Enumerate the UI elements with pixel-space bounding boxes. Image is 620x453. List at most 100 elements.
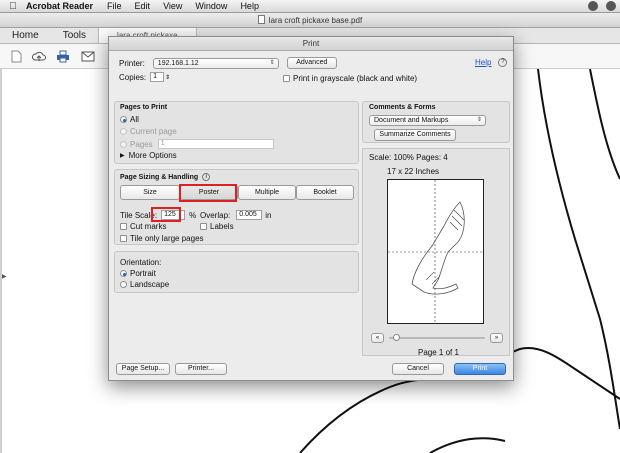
copies-stepper-icon[interactable]: ⇕	[165, 74, 170, 81]
tile-only-large-label: Tile only large pages	[130, 234, 204, 243]
more-options-toggle[interactable]: ▶ More Options	[120, 151, 177, 160]
mail-icon[interactable]	[81, 50, 95, 63]
menu-bar:  Acrobat Reader File Edit View Window H…	[0, 0, 620, 13]
select-arrows-icon: ⇕	[269, 59, 275, 66]
all-option[interactable]: All	[120, 115, 139, 124]
print-dialog: Print Printer: 192.168.1.12 ⇕ Advanced H…	[108, 36, 514, 381]
preview-drawing	[388, 180, 483, 323]
grayscale-checkbox[interactable]	[283, 75, 290, 82]
printer-row: Printer: 192.168.1.12 ⇕ Advanced	[119, 57, 337, 69]
select-arrows-icon: ⇕	[476, 117, 482, 123]
pages-option[interactable]: Pages 1	[120, 139, 274, 149]
pages-range-input[interactable]: 1	[157, 139, 274, 149]
page-sizing-title: Page Sizing & Handling	[120, 173, 199, 181]
next-page-button[interactable]: »	[490, 333, 503, 343]
tile-only-large-row: Tile only large pages	[120, 234, 204, 243]
printer-select[interactable]: 192.168.1.12 ⇕	[152, 57, 279, 69]
page-slider-knob[interactable]	[393, 334, 400, 341]
disclosure-triangle-icon[interactable]: ▶	[120, 152, 125, 159]
overlap-input[interactable]: 0.005	[236, 210, 263, 220]
print-button[interactable]: Print	[454, 363, 506, 375]
menu-view[interactable]: View	[163, 1, 182, 11]
status-icon[interactable]	[588, 1, 598, 11]
copies-label: Copies:	[119, 72, 147, 82]
apple-menu-icon[interactable]: 	[0, 1, 26, 12]
menu-window[interactable]: Window	[195, 1, 227, 11]
orientation-title: Orientation:	[120, 258, 162, 267]
print-preview: Scale: 100% Pages: 4 17 x 22 Inches « » …	[362, 148, 510, 357]
menu-edit[interactable]: Edit	[135, 1, 151, 11]
grayscale-row: Print in grayscale (black and white)	[283, 74, 417, 83]
print-icon[interactable]	[56, 50, 70, 63]
printer-button[interactable]: Printer...	[175, 363, 227, 375]
help-area: Help ?	[475, 58, 508, 67]
copies-input[interactable]: 1	[150, 72, 165, 82]
cancel-button[interactable]: Cancel	[392, 363, 444, 375]
current-page-label: Current page	[130, 127, 177, 136]
cloud-upload-icon[interactable]	[32, 50, 46, 63]
cut-marks-row: Cut marks	[120, 222, 166, 231]
pages-radio[interactable]	[120, 140, 127, 148]
more-options-label: More Options	[128, 151, 177, 160]
grayscale-label: Print in grayscale (black and white)	[293, 74, 418, 83]
help-icon[interactable]: ?	[498, 58, 508, 67]
comments-forms-value: Document and Markups	[374, 117, 449, 124]
new-file-icon[interactable]	[9, 50, 23, 63]
window-title: lara croft pickaxe base.pdf	[268, 16, 363, 25]
preview-scale-text: Scale: 100% Pages: 4	[369, 153, 448, 162]
preview-paper-size: 17 x 22 Inches	[387, 167, 440, 176]
printer-value: 192.168.1.12	[157, 59, 199, 67]
tab-tools[interactable]: Tools	[51, 28, 98, 43]
menu-help[interactable]: Help	[240, 1, 259, 11]
page-sizing-header: Page Sizing & Handling i	[120, 173, 211, 181]
printer-label: Printer:	[119, 58, 145, 68]
window-title-bar: lara croft pickaxe base.pdf	[0, 13, 620, 28]
pages-to-print-title: Pages to Print	[120, 104, 168, 111]
current-page-radio[interactable]	[120, 128, 127, 135]
menu-file[interactable]: File	[107, 1, 122, 11]
summarize-comments-button[interactable]: Summarize Comments	[374, 129, 456, 141]
pdf-document-icon	[257, 15, 265, 24]
pages-label: Pages	[130, 139, 153, 149]
prev-page-button[interactable]: «	[371, 333, 384, 343]
landscape-radio[interactable]	[120, 281, 127, 288]
labels-label: Labels	[210, 222, 234, 231]
preview-page	[387, 179, 484, 324]
overlap-unit: in	[265, 210, 272, 220]
copies-row: Copies: 1 ⇕	[119, 72, 170, 82]
page-slider-track[interactable]	[389, 337, 485, 339]
labels-checkbox[interactable]	[200, 223, 207, 230]
mode-multiple-button[interactable]: Multiple	[238, 185, 296, 200]
comments-forms-title: Comments & Forms	[369, 104, 436, 111]
dialog-title: Print	[109, 37, 513, 51]
cut-marks-label: Cut marks	[130, 222, 167, 231]
tile-scale-highlight	[151, 207, 181, 222]
portrait-option[interactable]: Portrait	[120, 269, 156, 278]
app-menu[interactable]: Acrobat Reader	[26, 1, 93, 11]
cut-marks-checkbox[interactable]	[120, 223, 127, 230]
landscape-label: Landscape	[130, 280, 170, 289]
help-link[interactable]: Help	[475, 58, 491, 67]
portrait-radio[interactable]	[120, 270, 127, 277]
current-page-option[interactable]: Current page	[120, 127, 177, 136]
overlap-row: Overlap: 0.005 in	[200, 210, 271, 220]
status-icons	[588, 1, 616, 11]
page-setup-button[interactable]: Page Setup...	[116, 363, 170, 375]
percent-label: %	[189, 210, 197, 220]
overlap-label: Overlap:	[200, 210, 231, 220]
page-indicator: Page 1 of 1	[418, 348, 459, 357]
tab-home[interactable]: Home	[0, 28, 51, 43]
comments-forms-select[interactable]: Document and Markups ⇕	[369, 115, 486, 126]
tile-only-large-checkbox[interactable]	[120, 235, 127, 242]
mode-size-button[interactable]: Size	[120, 185, 180, 200]
mode-booklet-button[interactable]: Booklet	[296, 185, 354, 200]
labels-row: Labels	[200, 222, 234, 231]
poster-highlight	[179, 184, 237, 202]
all-radio[interactable]	[120, 116, 127, 123]
all-label: All	[130, 115, 139, 124]
landscape-option[interactable]: Landscape	[120, 280, 169, 289]
portrait-label: Portrait	[130, 269, 156, 278]
advanced-button[interactable]: Advanced	[286, 57, 337, 69]
status-icon[interactable]	[606, 1, 616, 11]
info-icon[interactable]: i	[202, 173, 211, 181]
